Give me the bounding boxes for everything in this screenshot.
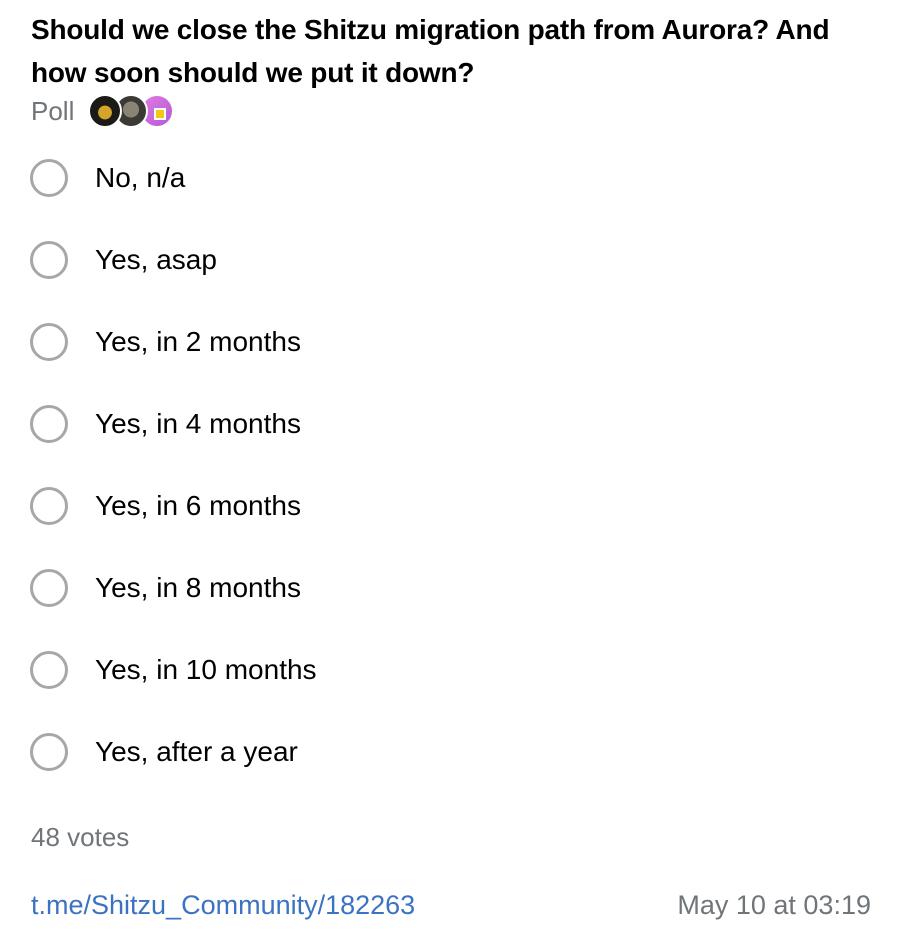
poll-option[interactable]: Yes, in 10 months	[30, 629, 317, 711]
radio-button[interactable]	[30, 569, 68, 607]
radio-button[interactable]	[30, 487, 68, 525]
poll-message-card: Should we close the Shitzu migration pat…	[0, 0, 898, 948]
poll-option-label: Yes, asap	[95, 244, 217, 275]
radio-button[interactable]	[30, 405, 68, 443]
poll-option[interactable]: Yes, in 6 months	[30, 465, 317, 547]
radio-button[interactable]	[30, 159, 68, 197]
poll-option-label: Yes, in 4 months	[95, 408, 301, 439]
poll-option-label: Yes, after a year	[95, 736, 298, 767]
poll-option[interactable]: Yes, in 4 months	[30, 383, 317, 465]
poll-option-label: Yes, in 10 months	[95, 654, 317, 685]
radio-button[interactable]	[30, 323, 68, 361]
poll-option-label: Yes, in 2 months	[95, 326, 301, 357]
poll-option[interactable]: Yes, asap	[30, 219, 317, 301]
poll-options: No, n/a Yes, asap Yes, in 2 months Yes, …	[30, 137, 317, 793]
radio-button[interactable]	[30, 651, 68, 689]
radio-button[interactable]	[30, 733, 68, 771]
poll-option[interactable]: Yes, after a year	[30, 711, 317, 793]
avatar	[88, 94, 123, 128]
poll-option-label: Yes, in 8 months	[95, 572, 301, 603]
message-link[interactable]: t.me/Shitzu_Community/182263	[31, 890, 415, 921]
avatar-badge-icon	[154, 108, 167, 120]
poll-option[interactable]: Yes, in 8 months	[30, 547, 317, 629]
radio-button[interactable]	[30, 241, 68, 279]
poll-option[interactable]: No, n/a	[30, 137, 317, 219]
poll-option[interactable]: Yes, in 2 months	[30, 301, 317, 383]
poll-option-label: Yes, in 6 months	[95, 490, 301, 521]
poll-meta: Poll	[31, 94, 175, 128]
poll-type-label: Poll	[31, 95, 75, 126]
poll-question: Should we close the Shitzu migration pat…	[31, 14, 830, 88]
vote-count: 48 votes	[31, 822, 130, 852]
poll-option-label: No, n/a	[95, 162, 186, 193]
recent-voters[interactable]	[88, 94, 175, 128]
message-timestamp: May 10 at 03:19	[677, 890, 871, 920]
